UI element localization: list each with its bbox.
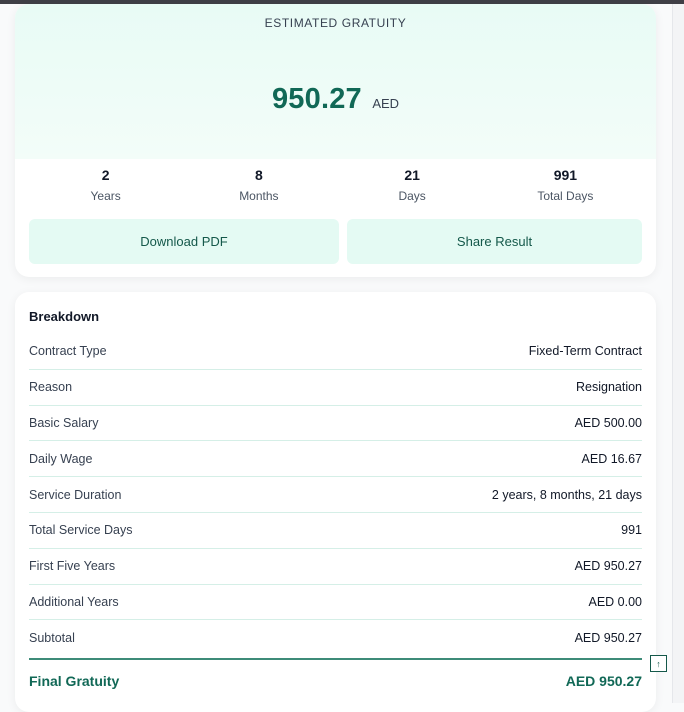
result-actions: Download PDF Share Result (29, 219, 642, 264)
row-value: AED 950.27 (574, 631, 642, 646)
stat-label: Total Days (537, 189, 594, 203)
service-stats: 2 Years 8 Months 21 Days 991 Total Days (29, 167, 642, 209)
breakdown-row-reason: Reason Resignation (29, 370, 642, 406)
breakdown-row-first-five-years: First Five Years AED 950.27 (29, 549, 642, 585)
stat-value: 2 (101, 167, 110, 183)
breakdown-card: Breakdown Contract Type Fixed-Term Contr… (15, 292, 656, 712)
gratuity-amount-value: 950.27 (271, 83, 362, 115)
stat-days: 21 Days (336, 167, 489, 209)
row-label: Daily Wage (29, 451, 93, 466)
breakdown-row-service-duration: Service Duration 2 years, 8 months, 21 d… (29, 477, 642, 513)
breakdown-row-contract-type: Contract Type Fixed-Term Contract (29, 334, 642, 370)
row-label: Service Duration (29, 487, 122, 502)
arrow-up-icon: ↑ (656, 658, 661, 669)
download-pdf-button[interactable]: Download PDF (29, 219, 339, 264)
final-gratuity-label: Final Gratuity (29, 673, 120, 689)
breakdown-row-daily-wage: Daily Wage AED 16.67 (29, 441, 642, 478)
breakdown-title: Breakdown (29, 309, 100, 324)
stat-months: 8 Months (182, 167, 335, 209)
row-value: AED 16.67 (581, 451, 642, 466)
row-label: Reason (29, 380, 73, 395)
row-label: Additional Years (29, 594, 119, 609)
stat-value: 991 (553, 167, 578, 183)
stat-value: 8 (254, 167, 263, 183)
breakdown-row-additional-years: Additional Years AED 0.00 (29, 585, 642, 621)
row-value: 991 (621, 523, 642, 538)
row-label: Contract Type (29, 344, 107, 359)
final-gratuity-row: Final Gratuity AED 950.27 (29, 658, 642, 702)
final-gratuity-value: AED 950.27 (565, 673, 642, 689)
breakdown-row-total-service-days: Total Service Days 991 (29, 513, 642, 549)
gratuity-currency: AED (372, 96, 400, 111)
stat-value: 21 (404, 167, 420, 183)
breakdown-row-subtotal: Subtotal AED 950.27 (29, 620, 642, 656)
row-label: Subtotal (29, 631, 75, 646)
stat-total-days: 991 Total Days (489, 167, 642, 209)
stat-years: 2 Years (29, 167, 182, 209)
gratuity-result-card: ESTIMATED GRATUITY 950.27 AED 2 Years 8 … (15, 4, 656, 277)
row-label: Basic Salary (29, 415, 99, 430)
row-label: First Five Years (29, 559, 116, 574)
row-value: AED 950.27 (574, 559, 642, 574)
result-hero: ESTIMATED GRATUITY 950.27 AED (15, 4, 656, 159)
row-value: 2 years, 8 months, 21 days (491, 487, 642, 502)
stat-label: Months (239, 189, 279, 203)
row-label: Total Service Days (29, 523, 133, 538)
row-value: AED 0.00 (588, 594, 642, 609)
row-value: Resignation (575, 380, 642, 395)
share-result-button[interactable]: Share Result (347, 219, 642, 264)
scroll-to-top-button[interactable]: ↑ (650, 655, 667, 672)
breakdown-rows: Contract Type Fixed-Term Contract Reason… (29, 334, 642, 656)
result-title: ESTIMATED GRATUITY (264, 16, 407, 30)
breakdown-row-basic-salary: Basic Salary AED 500.00 (29, 406, 642, 442)
stat-label: Years (90, 189, 121, 203)
page-scrollbar[interactable] (672, 4, 684, 703)
gratuity-amount: 950.27 AED (15, 83, 656, 116)
stat-label: Days (398, 189, 426, 203)
row-value: Fixed-Term Contract (528, 344, 642, 359)
row-value: AED 500.00 (574, 415, 642, 430)
